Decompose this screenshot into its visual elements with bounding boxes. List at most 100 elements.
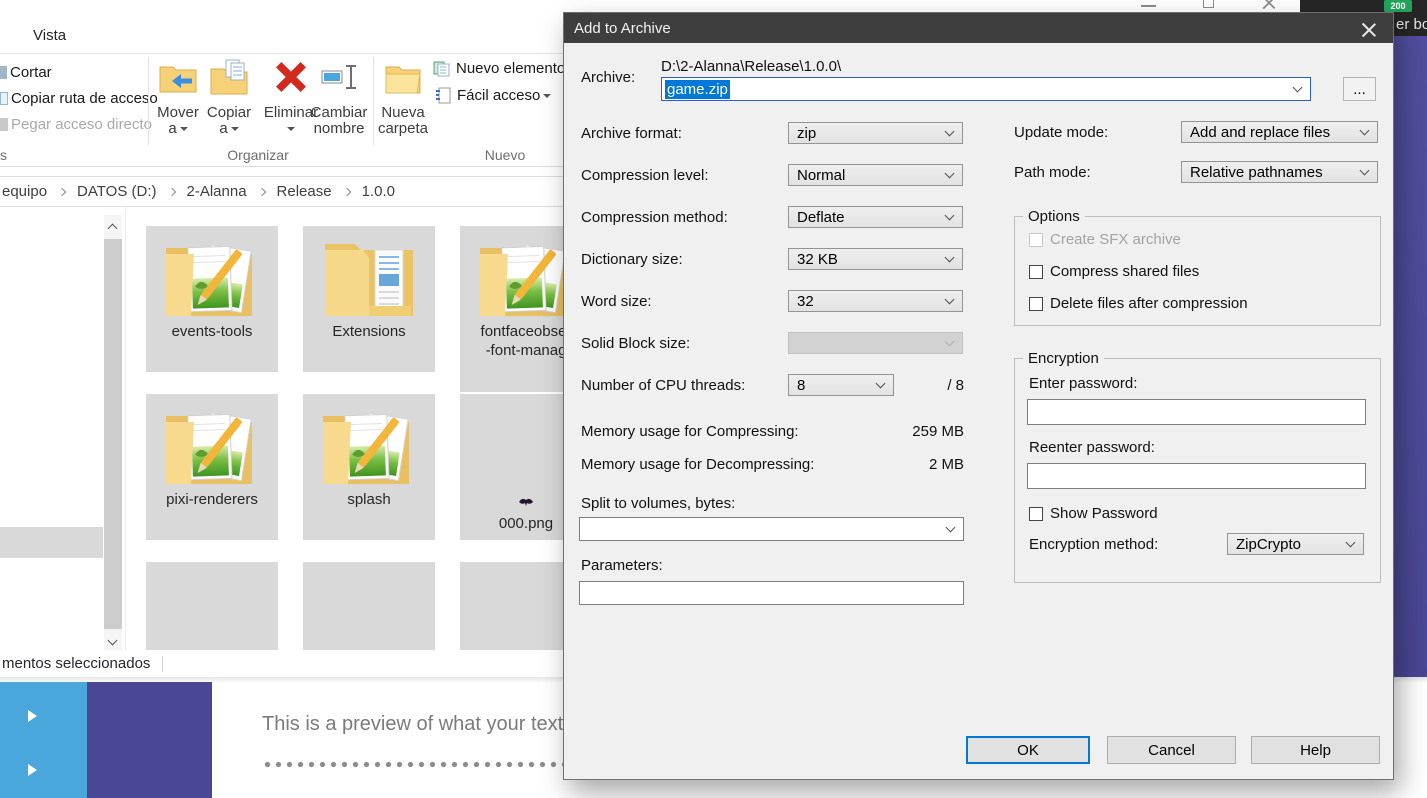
checkbox-icon[interactable] — [1029, 265, 1043, 279]
screen: #screen > [data-name="close-window-icon"… — [0, 0, 1427, 798]
status-bar: mentos seleccionados — [0, 650, 563, 677]
maximize-icon[interactable] — [1203, 0, 1214, 8]
menu-item-cortar[interactable]: Cortar — [10, 65, 52, 81]
mover-a-button[interactable]: Mover a — [152, 58, 204, 148]
checkbox-icon[interactable] — [1029, 507, 1043, 521]
cambiar-nombre-button[interactable]: Cambiar nombre — [310, 58, 368, 148]
encryption-method-select[interactable]: ZipCrypto — [1227, 533, 1364, 555]
chevron-down-icon — [945, 253, 955, 263]
close-icon — [1362, 21, 1376, 35]
browse-button[interactable]: ... — [1343, 77, 1376, 101]
paste-shortcut-icon — [0, 118, 8, 131]
compress-shared-checkbox[interactable]: Compress shared files — [1029, 263, 1199, 280]
file-tile-extensions[interactable]: Extensions — [303, 226, 435, 372]
copiar-a-button[interactable]: Copiar a — [203, 58, 255, 148]
group-label-clipboard-partial: s — [0, 147, 7, 163]
path-mode-select[interactable]: Relative pathnames — [1181, 161, 1378, 183]
facil-acceso-button[interactable]: Fácil acceso — [434, 86, 554, 106]
split-volumes-combobox[interactable] — [579, 517, 964, 541]
breadcrumb-item[interactable]: Release — [277, 183, 332, 200]
preview-text: This is a preview of what your text — [262, 713, 563, 736]
compression-level-select[interactable]: Normal — [788, 164, 963, 186]
scroll-up-icon[interactable] — [108, 224, 118, 234]
show-password-checkbox[interactable]: Show Password — [1029, 505, 1158, 522]
compression-method-select[interactable]: Deflate — [788, 206, 963, 228]
ribbon-separator — [148, 57, 149, 145]
archive-format-label: Archive format: — [581, 125, 682, 142]
chevron-down-icon — [945, 127, 955, 137]
status-text: mentos seleccionados — [0, 656, 150, 672]
cut-icon — [0, 66, 7, 79]
close-window-icon[interactable] — [1262, 0, 1276, 8]
ribbon-top-divider — [0, 53, 563, 54]
dialog-titlebar[interactable]: Add to Archive — [564, 13, 1393, 43]
archive-path: D:\2-Alanna\Release\1.0.0\ — [661, 58, 841, 75]
breadcrumb-item[interactable]: equipo — [2, 183, 47, 200]
dotted-line — [262, 761, 563, 768]
dropdown-caret-icon — [287, 127, 295, 131]
checkbox-icon[interactable] — [1029, 297, 1043, 311]
menu-item-copiar-ruta[interactable]: Copiar ruta de acceso — [11, 91, 158, 107]
delete-after-checkbox[interactable]: Delete files after compression — [1029, 295, 1248, 312]
tab-vista[interactable]: Vista — [33, 28, 66, 44]
memory-decompress-value: 2 MB — [864, 456, 964, 473]
folder-icon — [162, 402, 262, 490]
nuevo-elemento-button[interactable]: Nuevo elemento — [433, 60, 563, 80]
dialog-close-button[interactable] — [1349, 15, 1389, 41]
chevron-down-icon — [1360, 166, 1370, 176]
file-tile-placeholder[interactable] — [146, 562, 278, 650]
folder-icon — [162, 234, 262, 322]
chevron-down-icon — [945, 169, 955, 179]
play-arrow-icon[interactable] — [28, 764, 37, 776]
memory-compress-label: Memory usage for Compressing: — [581, 423, 799, 440]
minimize-icon[interactable] — [1141, 5, 1156, 7]
scrollbar-thumb[interactable] — [104, 239, 122, 629]
move-to-icon — [159, 61, 197, 93]
file-tile-pixi-renderers[interactable]: pixi-renderers — [146, 394, 278, 540]
parameters-input[interactable] — [579, 581, 964, 605]
scrollbar[interactable] — [104, 215, 122, 650]
compression-method-label: Compression method: — [581, 209, 728, 226]
group-label-nuevo: Nuevo — [470, 147, 540, 163]
ok-button[interactable]: OK — [966, 736, 1090, 764]
enter-password-input[interactable] — [1027, 399, 1366, 425]
breadcrumb-item[interactable]: DATOS (D:) — [77, 183, 156, 200]
dictionary-size-label: Dictionary size: — [581, 251, 683, 268]
breadcrumb-item[interactable]: 2-Alanna — [187, 183, 247, 200]
breadcrumb-item[interactable]: 1.0.0 — [362, 183, 395, 200]
nueva-carpeta-button[interactable]: Nueva carpeta — [375, 58, 431, 148]
add-to-archive-dialog: Add to Archive Archive: D:\2-Alanna\Rele… — [563, 12, 1394, 780]
update-mode-select[interactable]: Add and replace files — [1181, 121, 1378, 143]
help-button[interactable]: Help — [1251, 736, 1380, 764]
file-tile-placeholder[interactable] — [303, 562, 435, 650]
nav-pane-selected-item[interactable] — [0, 527, 103, 558]
archive-format-select[interactable]: zip — [788, 122, 963, 144]
ribbon-separator — [373, 57, 374, 145]
cancel-button[interactable]: Cancel — [1107, 736, 1236, 764]
reenter-password-input[interactable] — [1027, 463, 1366, 489]
cpu-threads-select[interactable]: 8 — [788, 374, 894, 396]
encryption-method-label: Encryption method: — [1029, 536, 1158, 553]
pane-divider — [125, 207, 126, 650]
word-size-label: Word size: — [581, 293, 652, 310]
chevron-down-icon[interactable] — [1293, 83, 1303, 93]
dialog-title: Add to Archive — [564, 20, 671, 37]
solid-block-size-select — [788, 332, 963, 354]
easy-access-icon — [436, 87, 451, 104]
file-tile-events-tools[interactable]: events-tools — [146, 226, 278, 372]
split-volumes-label: Split to volumes, bytes: — [581, 495, 735, 512]
chevron-down-icon — [946, 523, 956, 533]
play-arrow-icon[interactable] — [28, 710, 37, 722]
chevron-right-icon — [58, 187, 66, 195]
archive-name-selected-text[interactable]: game.zip — [665, 80, 730, 99]
file-tile-splash[interactable]: splash — [303, 394, 435, 540]
dictionary-size-select[interactable]: 32 KB — [788, 248, 963, 270]
preview-blue-panel — [0, 682, 87, 798]
menu-item-pegar-directo[interactable]: Pegar acceso directo — [11, 117, 152, 133]
archive-name-combobox[interactable]: game.zip — [661, 77, 1311, 101]
parameters-label: Parameters: — [581, 557, 663, 574]
chevron-right-icon — [257, 187, 265, 195]
reenter-password-label: Reenter password: — [1029, 439, 1155, 456]
scroll-down-icon[interactable] — [108, 636, 118, 646]
word-size-select[interactable]: 32 — [788, 290, 963, 312]
